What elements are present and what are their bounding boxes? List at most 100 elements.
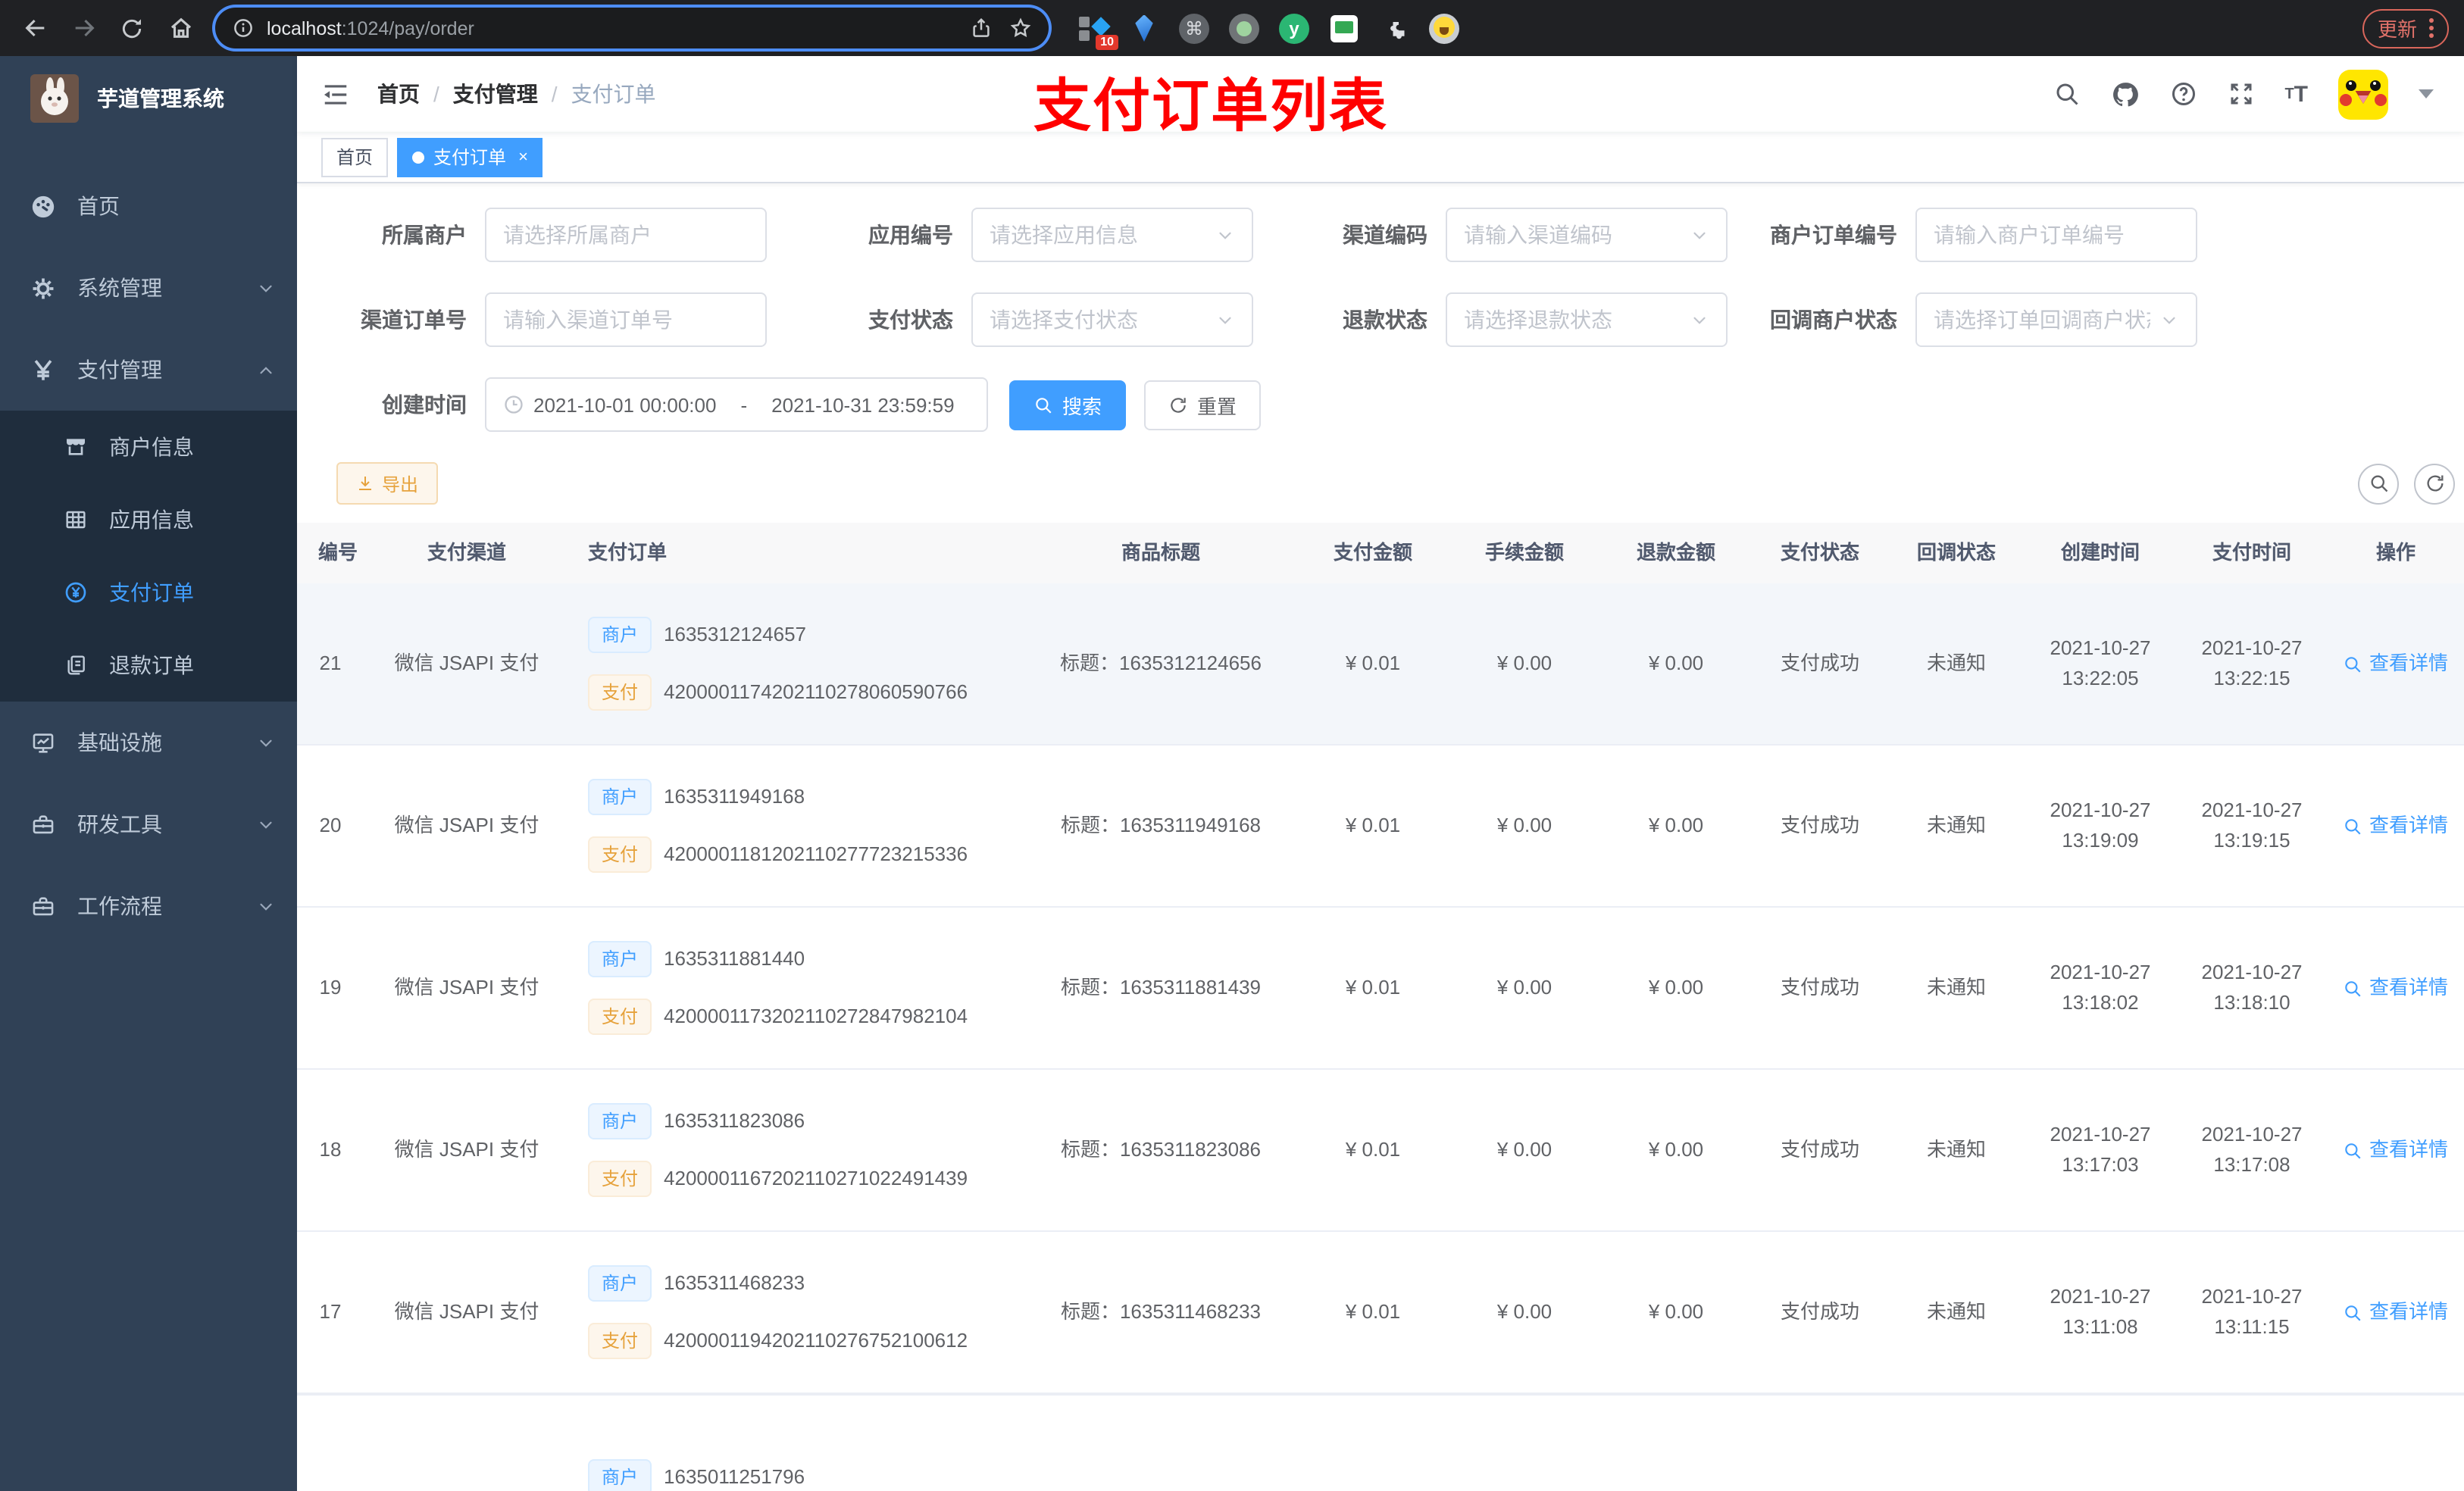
cell-refund: ¥ 0.00 [1648, 814, 1704, 836]
magnifier-icon [2344, 978, 2363, 998]
extension-icon-blocks[interactable]: 10 [1079, 13, 1118, 49]
sidebar-item-merchant-info[interactable]: 商户信息 [0, 411, 297, 483]
sidebar-item-refund-order[interactable]: 退款订单 [0, 629, 297, 702]
sidebar-toggle-icon[interactable] [321, 80, 350, 108]
cell-fee: ¥ 0.00 [1496, 1300, 1553, 1323]
filter-label-channel-code: 渠道编码 [1343, 223, 1427, 247]
toggle-search-button[interactable] [2358, 463, 2399, 504]
user-menu-caret-icon[interactable] [2419, 89, 2434, 98]
extension-badge: 10 [1096, 34, 1118, 49]
cell-actions: 查看详情 [2328, 973, 2464, 1003]
cell-fee: ¥ 0.00 [1496, 814, 1553, 836]
sidebar-item-pay-order[interactable]: 支付订单 [0, 556, 297, 629]
view-detail-link[interactable]: 查看详情 [2344, 811, 2448, 841]
cell-refund: ¥ 0.00 [1648, 1138, 1704, 1161]
chevron-down-icon [1690, 225, 1709, 245]
view-detail-link[interactable]: 查看详情 [2344, 649, 2448, 679]
refresh-table-button[interactable] [2414, 463, 2455, 504]
share-icon[interactable] [967, 8, 994, 48]
merchant-tag: 商户 [588, 617, 652, 653]
view-detail-link[interactable]: 查看详情 [2344, 1297, 2448, 1327]
breadcrumb-home[interactable]: 首页 [377, 79, 420, 109]
cell-paid-time: 2021-10-27 13:22:15 [2201, 636, 2303, 689]
pay-transaction-no: 4200001173202110272847982104 [664, 1005, 968, 1027]
forward-icon[interactable] [64, 8, 103, 48]
view-detail-link[interactable]: 查看详情 [2344, 973, 2448, 1003]
profile-avatar-icon[interactable] [1429, 13, 1459, 43]
help-icon[interactable] [2169, 80, 2197, 108]
pay-status-select[interactable]: 请选择支付状态 [971, 292, 1253, 347]
sidebar-item-system[interactable]: 系统管理 [0, 247, 297, 329]
back-icon[interactable] [15, 8, 55, 48]
sidebar-item-home[interactable]: 首页 [0, 165, 297, 247]
filter-form: 所属商户 请选择所属商户 应用编号 请选择应用信息 渠道编码 请输入渠道编码 商… [297, 183, 2464, 432]
extension-icon-chat[interactable] [1329, 13, 1359, 43]
home-icon[interactable] [161, 8, 200, 48]
tab-close-icon[interactable]: × [518, 148, 528, 166]
export-button[interactable]: 导出 [336, 462, 439, 505]
browser-menu-icon[interactable] [2429, 18, 2434, 38]
bookmark-star-icon[interactable] [1006, 8, 1033, 48]
refund-status-select[interactable]: 请选择退款状态 [1446, 292, 1728, 347]
sidebar-item-payment[interactable]: 支付管理 [0, 329, 297, 411]
app-logo[interactable]: 芋道管理系统 [0, 56, 297, 141]
extension-strip: 10 ⌘ y [1079, 13, 2338, 49]
cell-created-time: 2021-10-27 13:22:05 [2050, 636, 2151, 689]
cell-id: 17 [319, 1300, 342, 1323]
merchant-select[interactable]: 请选择所属商户 [485, 208, 767, 262]
app-select[interactable]: 请选择应用信息 [971, 208, 1253, 262]
table-row: 17 微信 JSAPI 支付 商户 1635311468233 支付 42000… [297, 1232, 2464, 1394]
cell-channel: 微信 JSAPI 支付 [394, 814, 539, 836]
logo-rabbit-icon [30, 74, 79, 123]
cell-amount: ¥ 0.01 [1345, 652, 1401, 674]
col-title: 商品标题 [1121, 541, 1200, 564]
search-icon[interactable] [2053, 80, 2080, 108]
table-body: 21 微信 JSAPI 支付 商户 1635312124657 支付 42000… [297, 583, 2464, 1394]
tab-pay-order[interactable]: 支付订单 × [397, 137, 543, 177]
tab-home[interactable]: 首页 [321, 137, 389, 177]
magnifier-icon [2344, 1302, 2363, 1322]
sidebar-item-infrastructure[interactable]: 基础设施 [0, 702, 297, 783]
breadcrumb-payment[interactable]: 支付管理 [453, 79, 538, 109]
date-range-picker[interactable]: 2021-10-01 00:00:00 - 2021-10-31 23:59:5… [485, 377, 988, 432]
channel-order-no-input[interactable]: 请输入渠道订单号 [485, 292, 767, 347]
github-icon[interactable] [2110, 80, 2139, 108]
channel-code-select[interactable]: 请输入渠道编码 [1446, 208, 1728, 262]
callback-status-select[interactable]: 请选择订单回调商户状态 [1915, 292, 2197, 347]
fullscreen-icon[interactable] [2227, 80, 2254, 108]
extension-icon-kite[interactable] [1129, 13, 1159, 43]
cell-status: 支付成功 [1780, 652, 1859, 674]
cell-notify: 未通知 [1926, 652, 1986, 674]
cell-created-time: 2021-10-27 13:19:09 [2050, 799, 2151, 852]
reset-button[interactable]: 重置 [1144, 380, 1262, 430]
cell-actions: 查看详情 [2328, 1135, 2464, 1165]
view-detail-link[interactable]: 查看详情 [2344, 1135, 2448, 1165]
documents-icon [64, 653, 88, 677]
filter-label-refund-status: 退款状态 [1343, 308, 1427, 332]
date-start: 2021-10-01 00:00:00 [533, 393, 717, 416]
merchant-order-no-input[interactable]: 请输入商户订单编号 [1915, 208, 2197, 262]
extension-icon-command[interactable]: ⌘ [1179, 13, 1209, 43]
font-size-icon[interactable]: TT [2284, 81, 2308, 107]
sidebar-item-app-info[interactable]: 应用信息 [0, 483, 297, 556]
sidebar-item-dev-tools[interactable]: 研发工具 [0, 783, 297, 865]
extension-icon-y[interactable]: y [1279, 13, 1309, 43]
url-bar[interactable]: localhost:1024/pay/order [215, 8, 1049, 48]
user-avatar[interactable] [2338, 69, 2388, 119]
chevron-down-icon [256, 814, 276, 834]
search-button[interactable]: 搜索 [1009, 380, 1127, 430]
cell-pay-order: 商户 1635312124657 支付 42000011742021102780… [570, 617, 1024, 711]
extensions-puzzle-icon[interactable] [1379, 13, 1409, 43]
site-info-icon[interactable] [230, 8, 255, 48]
content-area: 所属商户 请选择所属商户 应用编号 请选择应用信息 渠道编码 请输入渠道编码 商… [297, 183, 2464, 1491]
merchant-tag: 商户 [588, 1103, 652, 1139]
filter-label-merchant-order-no: 商户订单编号 [1770, 223, 1897, 247]
pay-tag: 支付 [588, 836, 652, 873]
merchant-order-no: 1635312124657 [664, 623, 807, 645]
sidebar-item-workflow[interactable]: 工作流程 [0, 865, 297, 947]
chevron-down-icon [256, 278, 276, 298]
cell-title: 标题：1635311881439 [1060, 976, 1262, 999]
extension-icon-recorder[interactable] [1229, 13, 1259, 43]
reload-icon[interactable] [112, 8, 152, 48]
browser-update-button[interactable]: 更新 [2362, 8, 2449, 48]
